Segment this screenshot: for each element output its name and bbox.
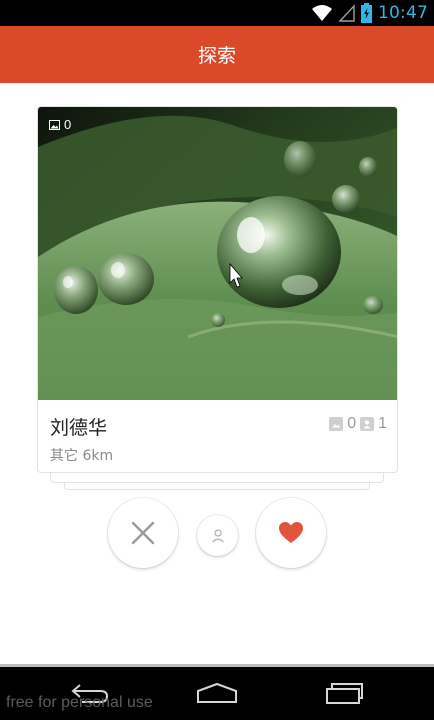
like-button[interactable] (256, 498, 326, 568)
profile-distance: 其它 6km (50, 448, 114, 464)
signal-icon (339, 4, 355, 22)
recent-apps-icon (326, 683, 363, 704)
photo-count: 0 (64, 117, 72, 132)
close-icon (131, 521, 155, 545)
stat-friends: 1 (378, 415, 387, 432)
watermark-text: free for personal use (6, 694, 153, 711)
photo-count-badge: 0 (49, 117, 71, 132)
wifi-icon (312, 5, 332, 21)
status-bar: 10:47 (0, 0, 434, 26)
profile-name: 刘德华 (50, 417, 108, 439)
status-clock: 10:47 (378, 3, 428, 23)
action-bar: 探索 (0, 26, 434, 83)
home-icon (197, 682, 237, 703)
profile-stats: 0 1 (329, 415, 387, 433)
battery-icon (361, 3, 372, 23)
profile-photo (38, 107, 397, 400)
dislike-button[interactable] (108, 498, 178, 568)
recent-apps-button[interactable] (320, 679, 368, 707)
friends-icon (360, 417, 375, 431)
person-icon (211, 528, 224, 542)
image-icon (49, 119, 60, 130)
status-icons: 10:47 (311, 0, 428, 26)
profile-card[interactable]: 0 刘德华 其它 6km 0 1 (37, 106, 398, 473)
heart-icon (279, 522, 303, 543)
album-icon (329, 417, 344, 431)
stat-photos: 0 (347, 415, 357, 432)
home-button[interactable] (193, 679, 241, 707)
view-profile-button[interactable] (197, 515, 238, 556)
page-title: 探索 (197, 45, 236, 67)
